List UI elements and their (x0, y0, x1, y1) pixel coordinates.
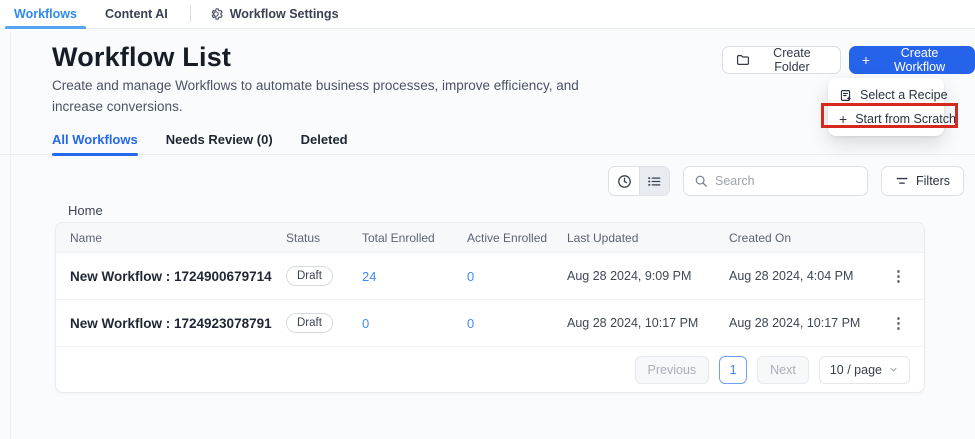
column-header-last-updated: Last Updated (567, 231, 729, 245)
topnav-tab-content-ai[interactable]: Content AI (91, 0, 182, 28)
status-badge: Draft (286, 313, 333, 333)
search-icon (694, 174, 708, 188)
nav-divider (190, 6, 191, 22)
menu-item-label: Select a Recipe (860, 88, 948, 102)
create-folder-button[interactable]: Create Folder (722, 46, 841, 74)
recent-view-button[interactable] (609, 167, 639, 195)
filter-icon (895, 174, 909, 188)
create-workflow-label: Create Workflow (877, 46, 962, 74)
list-toolbar: Filters (608, 166, 964, 196)
created-on-value: Aug 28 2024, 4:04 PM (729, 269, 882, 283)
view-toggle-group (608, 166, 670, 196)
workflow-name-link[interactable]: New Workflow : 1724900679714 (70, 269, 286, 284)
row-actions-kebab-icon[interactable]: ⋮ (887, 267, 910, 286)
column-header-created-on: Created On (729, 231, 882, 245)
last-updated-value: Aug 28 2024, 9:09 PM (567, 269, 729, 283)
previous-page-button[interactable]: Previous (635, 356, 710, 384)
menu-item-select-recipe[interactable]: Select a Recipe (828, 83, 944, 107)
list-icon (647, 174, 662, 189)
status-badge: Draft (286, 266, 333, 286)
menu-item-start-from-scratch[interactable]: + Start from Scratch (828, 107, 944, 131)
last-updated-value: Aug 28 2024, 10:17 PM (567, 316, 729, 330)
create-workflow-button[interactable]: + Create Workflow (849, 46, 975, 74)
workflow-settings-link[interactable]: Workflow Settings (209, 7, 339, 21)
workflow-settings-label: Workflow Settings (230, 7, 339, 21)
workflow-tabs: All Workflows Needs Review (0) Deleted (52, 132, 348, 156)
total-enrolled-link[interactable]: 24 (362, 269, 467, 284)
menu-item-label: Start from Scratch (855, 112, 956, 126)
page-description: Create and manage Workflows to automate … (52, 76, 592, 118)
plus-icon: + (839, 112, 847, 126)
page-title: Workflow List (52, 42, 231, 73)
column-header-active-enrolled: Active Enrolled (467, 231, 567, 245)
search-input[interactable] (715, 174, 857, 188)
tab-needs-review[interactable]: Needs Review (0) (166, 132, 273, 156)
row-actions-kebab-icon[interactable]: ⋮ (887, 314, 910, 333)
column-header-name: Name (70, 231, 286, 245)
per-page-label: 10 / page (830, 363, 882, 377)
page-number-button[interactable]: 1 (719, 356, 747, 384)
active-enrolled-link[interactable]: 0 (467, 316, 567, 331)
per-page-select[interactable]: 10 / page (819, 356, 910, 384)
pagination: Previous 1 Next 10 / page (56, 347, 924, 392)
top-nav: Workflows Content AI Workflow Settings (0, 0, 975, 29)
workflow-name-link[interactable]: New Workflow : 1724923078791 (70, 316, 286, 331)
filters-button[interactable]: Filters (881, 166, 964, 196)
clock-icon (617, 174, 632, 189)
next-page-button[interactable]: Next (757, 356, 809, 384)
folder-icon (736, 53, 750, 67)
plus-icon: + (862, 53, 870, 67)
workflow-table-card: Name Status Total Enrolled Active Enroll… (55, 222, 925, 393)
header-actions: Create Folder + Create Workflow (722, 46, 975, 74)
create-workflow-menu: Select a Recipe + Start from Scratch (828, 78, 944, 136)
gear-icon (209, 7, 223, 21)
table-row: New Workflow : 1724923078791 Draft 0 0 A… (56, 300, 924, 347)
table-header-row: Name Status Total Enrolled Active Enroll… (56, 223, 924, 253)
create-folder-label: Create Folder (757, 46, 827, 74)
filters-label: Filters (916, 174, 950, 188)
tab-all-workflows[interactable]: All Workflows (52, 132, 138, 156)
search-box (683, 166, 868, 196)
chevron-down-icon (888, 364, 899, 375)
column-header-total-enrolled: Total Enrolled (362, 231, 467, 245)
workflow-list-page: Workflows Content AI Workflow Settings W… (0, 0, 975, 439)
table-row: New Workflow : 1724900679714 Draft 24 0 … (56, 253, 924, 300)
list-view-button[interactable] (639, 167, 669, 195)
active-enrolled-link[interactable]: 0 (467, 269, 567, 284)
created-on-value: Aug 28 2024, 10:17 PM (729, 316, 882, 330)
topnav-tab-workflows[interactable]: Workflows (0, 0, 91, 28)
breadcrumb[interactable]: Home (68, 203, 103, 218)
total-enrolled-link[interactable]: 0 (362, 316, 467, 331)
recipe-icon (839, 89, 852, 102)
column-header-status: Status (286, 231, 362, 245)
tab-deleted[interactable]: Deleted (301, 132, 348, 156)
